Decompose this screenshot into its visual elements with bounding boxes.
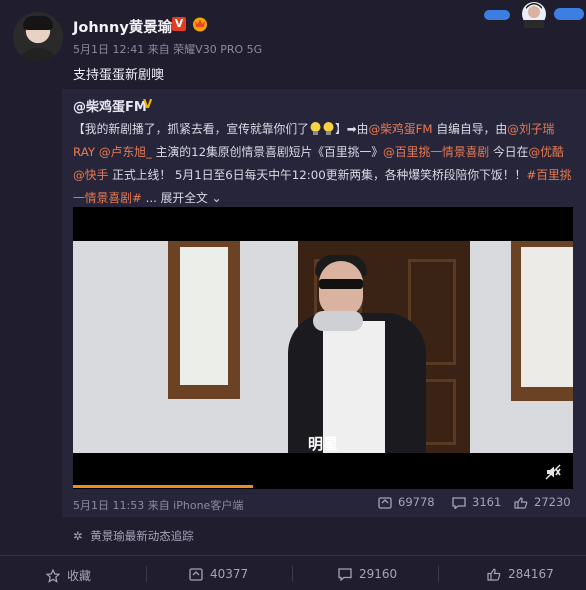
original-repost-count[interactable]: 69778	[378, 495, 435, 509]
avatar[interactable]	[13, 12, 63, 62]
star-icon	[45, 568, 61, 583]
favorite-button[interactable]: 收藏	[45, 567, 91, 584]
mention-link[interactable]: @优酷	[528, 145, 563, 159]
chevron-down-icon: ⌄	[207, 191, 222, 205]
mention-link[interactable]: @卢东旭_	[99, 145, 152, 159]
expand-full-text-link[interactable]: 展开全文	[161, 191, 208, 205]
mention-link[interactable]: @柴鸡蛋FM	[368, 122, 432, 136]
yellow-v-icon: V	[143, 97, 153, 111]
like-button[interactable]: 284167	[487, 567, 554, 581]
text-segment: 今日在	[489, 145, 529, 159]
verified-badge-icon: V	[172, 17, 186, 31]
mention-link[interactable]: @快手	[73, 168, 108, 182]
comment-icon	[452, 497, 466, 510]
header-decoration-icon	[484, 2, 584, 28]
username[interactable]: Johnny黄景瑜	[73, 16, 172, 37]
repost-icon	[378, 497, 392, 509]
text-segment: 主演的12集原创情景喜剧短片《百里挑一》	[151, 145, 384, 159]
post-meta: 5月1日 12:41 来自 荣耀V30 PRO 5G	[73, 43, 263, 56]
text-segment: ...	[141, 191, 161, 205]
original-text: 【我的新剧播了，抓紧去看，宣传就靠你们了 】➡由@柴鸡蛋FM 自编自导，由@刘子瑞…	[73, 118, 573, 210]
video-player[interactable]: 明星	[73, 207, 573, 489]
post-text: 支持蛋蛋新剧噢	[73, 68, 165, 83]
like-icon	[514, 497, 528, 509]
text-segment: 】➡由	[334, 122, 369, 136]
original-meta: 5月1日 11:53 来自 iPhone客户端	[73, 499, 244, 512]
divider	[0, 555, 586, 556]
video-subtitle: 明星	[307, 435, 338, 453]
original-author[interactable]: @柴鸡蛋FM	[73, 96, 147, 115]
reposted-content: @柴鸡蛋FM V 【我的新剧播了，抓紧去看，宣传就靠你们了 】➡由@柴鸡蛋FM 自…	[62, 89, 586, 517]
repost-icon	[189, 568, 203, 581]
lightbulb-icon	[323, 122, 334, 135]
text-segment: 正式上线！ 5月1日至6日每天中午12:00更新两集，各种爆笑桥段陪你下饭！！	[108, 168, 527, 182]
follow-updates-link[interactable]: ✲ 黄景瑜最新动态追踪	[73, 528, 194, 544]
comment-button[interactable]: 29160	[338, 567, 397, 582]
original-like-count[interactable]: 27230	[514, 495, 571, 509]
lightbulb-icon	[310, 122, 321, 135]
original-comment-count[interactable]: 3161	[452, 495, 501, 510]
weibo-post: Johnny黄景瑜 V 5月1日 12:41 来自 荣耀V30 PRO 5G 支…	[0, 0, 586, 590]
text-segment: 自编自导，由	[432, 122, 508, 136]
sparkle-icon: ✲	[73, 529, 83, 543]
separator	[292, 566, 293, 582]
text-segment: 【我的新剧播了，抓紧去看，宣传就靠你们了	[73, 122, 309, 136]
like-icon	[487, 568, 501, 581]
mention-link[interactable]: @百里挑一情景喜剧	[383, 145, 489, 159]
video-progress-bar[interactable]	[73, 485, 253, 488]
member-crown-icon	[193, 17, 207, 32]
repost-button[interactable]: 40377	[189, 567, 248, 581]
comment-icon	[338, 568, 352, 582]
video-frame	[73, 241, 573, 453]
separator	[438, 566, 439, 582]
separator	[146, 566, 147, 582]
mute-icon[interactable]	[545, 464, 561, 480]
